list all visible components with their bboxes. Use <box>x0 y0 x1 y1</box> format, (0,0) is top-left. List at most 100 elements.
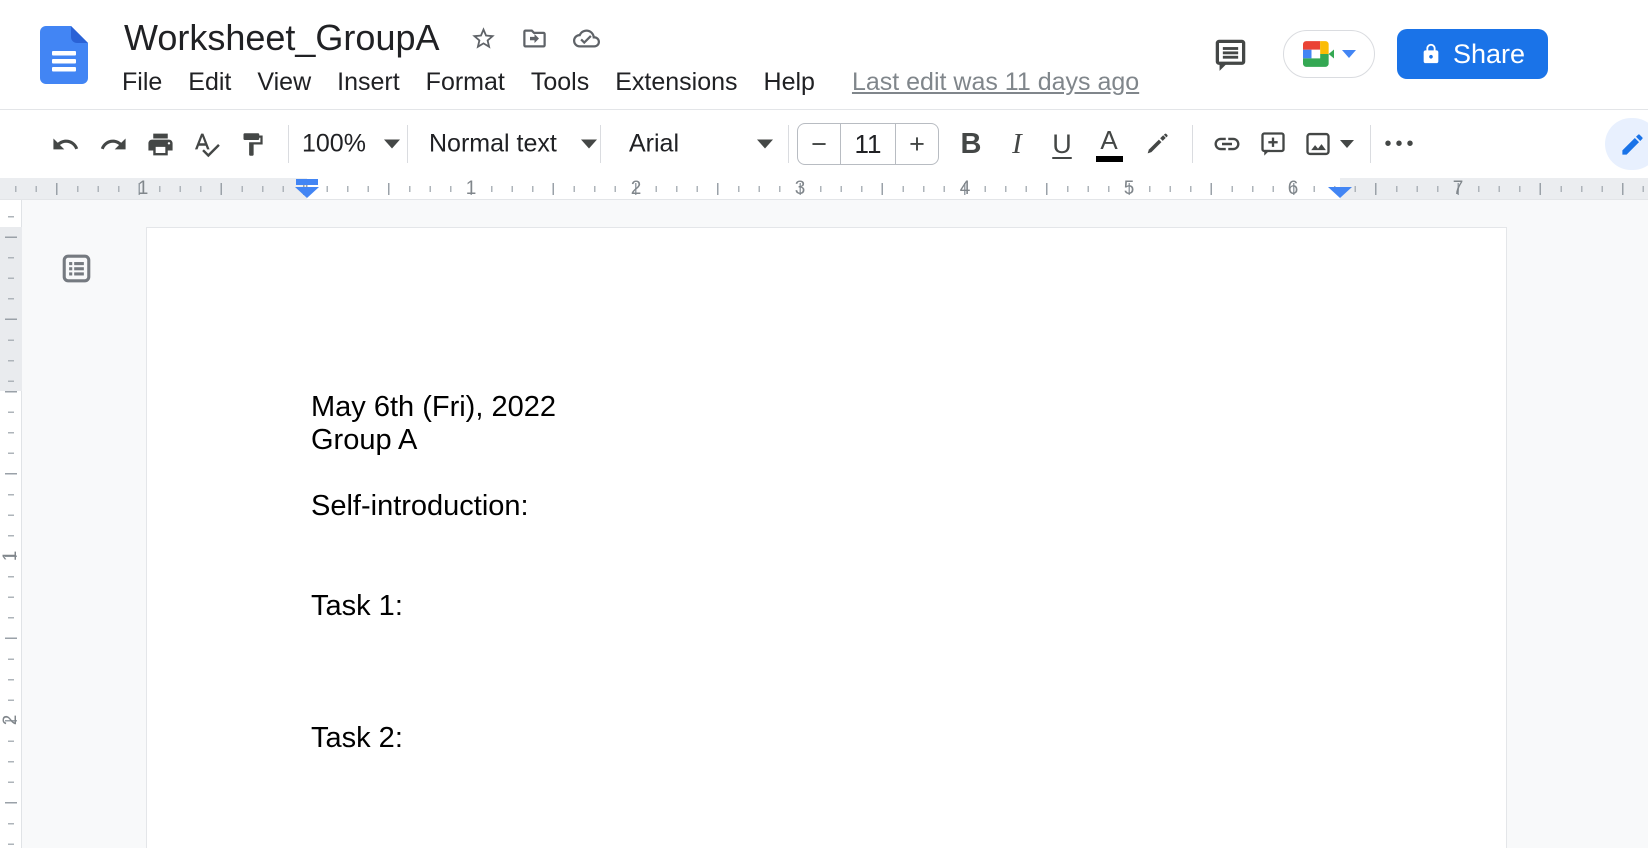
ruler-number: 2 <box>631 178 642 199</box>
print-button[interactable] <box>139 123 181 165</box>
underline-icon: U <box>1052 129 1072 160</box>
menu-file[interactable]: File <box>122 68 175 97</box>
docs-logo[interactable] <box>40 26 88 84</box>
toolbar-separator <box>1370 125 1371 163</box>
menu-edit[interactable]: Edit <box>175 68 244 97</box>
ruler-half-ticks <box>0 183 1648 195</box>
ruler-number: 5 <box>1124 178 1135 199</box>
doc-line-blank[interactable] <box>311 457 556 490</box>
redo-icon <box>99 130 128 159</box>
ruler-number: 1 <box>466 178 477 199</box>
spellcheck-button[interactable] <box>185 123 227 165</box>
menu-format[interactable]: Format <box>413 68 518 97</box>
document-title[interactable]: Worksheet_GroupA <box>124 17 440 59</box>
redo-button[interactable] <box>92 123 134 165</box>
horizontal-ruler[interactable]: 1 1 2 3 4 5 6 7 <box>0 178 1648 200</box>
doc-line-blank[interactable] <box>311 523 556 556</box>
document-text[interactable]: May 6th (Fri), 2022 Group A Self-introdu… <box>311 391 556 755</box>
link-icon <box>1212 129 1242 159</box>
toolbar: 100% Normal text Arial − 11 + B I U <box>0 110 1648 178</box>
insert-image-caret[interactable] <box>1340 140 1354 148</box>
menu-bar: File Edit View Insert Format Tools Exten… <box>122 64 1139 100</box>
spellcheck-icon <box>192 130 221 159</box>
toolbar-separator <box>788 125 789 163</box>
ruler-number: 6 <box>1288 178 1299 199</box>
outline-icon <box>61 253 92 284</box>
font-select[interactable]: Arial <box>629 130 773 159</box>
insert-image-button[interactable] <box>1297 123 1339 165</box>
doc-line-blank[interactable] <box>311 623 556 656</box>
styles-caret-icon <box>581 140 597 149</box>
move-folder-icon[interactable] <box>521 25 548 52</box>
doc-line-group[interactable]: Group A <box>311 424 556 457</box>
image-caret-icon <box>1340 140 1354 148</box>
menu-help[interactable]: Help <box>751 68 828 97</box>
vertical-ruler-number: 1 <box>1 545 21 567</box>
meet-caret-icon <box>1342 50 1356 58</box>
toolbar-separator <box>1192 125 1193 163</box>
font-size-decrease-button[interactable]: − <box>798 124 840 164</box>
toolbar-separator <box>600 125 601 163</box>
left-indent-marker[interactable] <box>295 187 319 198</box>
text-color-button[interactable]: A <box>1088 123 1130 165</box>
add-comment-button[interactable] <box>1252 123 1294 165</box>
last-edit-link[interactable]: Last edit was 11 days ago <box>852 68 1139 97</box>
italic-button[interactable]: I <box>996 123 1038 165</box>
font-size-input[interactable]: 11 <box>840 124 896 164</box>
share-button[interactable]: Share <box>1397 29 1548 79</box>
doc-line-task-2[interactable]: Task 2: <box>311 722 556 755</box>
paragraph-style-value: Normal text <box>429 130 557 159</box>
right-indent-marker[interactable] <box>1328 187 1352 198</box>
zoom-select[interactable]: 100% <box>302 130 400 159</box>
menu-view[interactable]: View <box>244 68 324 97</box>
font-value: Arial <box>629 130 679 159</box>
undo-button[interactable] <box>44 123 86 165</box>
insert-link-button[interactable] <box>1206 123 1248 165</box>
vertical-ruler[interactable]: 1 2 <box>0 200 22 848</box>
show-outline-button[interactable] <box>56 248 96 288</box>
undo-icon <box>51 130 80 159</box>
underline-button[interactable]: U <box>1041 123 1083 165</box>
font-caret-icon <box>757 140 773 149</box>
star-icon[interactable] <box>470 25 497 52</box>
add-comment-icon <box>1259 130 1287 158</box>
document-page[interactable]: May 6th (Fri), 2022 Group A Self-introdu… <box>146 227 1507 848</box>
meet-join-button[interactable] <box>1283 30 1375 78</box>
highlight-color-button[interactable] <box>1136 123 1178 165</box>
menu-tools[interactable]: Tools <box>518 68 602 97</box>
more-options-button[interactable]: ••• <box>1380 123 1422 165</box>
font-size-increase-button[interactable]: + <box>896 124 938 164</box>
doc-line-self-introduction[interactable]: Self-introduction: <box>311 490 556 523</box>
bold-button[interactable]: B <box>950 123 992 165</box>
open-comments-button[interactable] <box>1206 30 1254 78</box>
first-line-indent-marker[interactable] <box>296 179 318 185</box>
doc-line-blank[interactable] <box>311 556 556 589</box>
toolbar-separator <box>288 125 289 163</box>
text-color-icon: A <box>1096 127 1123 162</box>
paint-format-button[interactable] <box>231 123 273 165</box>
meet-icon <box>1303 41 1334 67</box>
paragraph-style-select[interactable]: Normal text <box>429 130 597 159</box>
menu-extensions[interactable]: Extensions <box>602 68 750 97</box>
docs-logo-icon <box>40 26 88 84</box>
ruler-number: 4 <box>960 178 971 199</box>
menu-insert[interactable]: Insert <box>324 68 413 97</box>
vertical-ruler-number: 2 <box>1 709 21 731</box>
editing-mode-button[interactable] <box>1605 118 1648 170</box>
ruler-number: 7 <box>1453 178 1464 199</box>
toolbar-separator <box>407 125 408 163</box>
ruler-number: 1 <box>138 178 149 199</box>
doc-line-blank[interactable] <box>311 656 556 689</box>
doc-line-task-1[interactable]: Task 1: <box>311 590 556 623</box>
current-color-bar <box>1096 156 1123 162</box>
doc-line-blank[interactable] <box>311 689 556 722</box>
document-canvas: 1 2 May 6th (Fri), 2022 Group A Self-int… <box>0 200 1648 848</box>
zoom-value: 100% <box>302 130 366 159</box>
comments-icon <box>1213 37 1248 72</box>
doc-line-date[interactable]: May 6th (Fri), 2022 <box>311 391 556 424</box>
more-icon: ••• <box>1384 133 1417 156</box>
share-label: Share <box>1453 39 1525 70</box>
paint-format-icon <box>239 131 266 158</box>
title-icons <box>470 25 601 52</box>
cloud-saved-icon[interactable] <box>572 25 601 52</box>
